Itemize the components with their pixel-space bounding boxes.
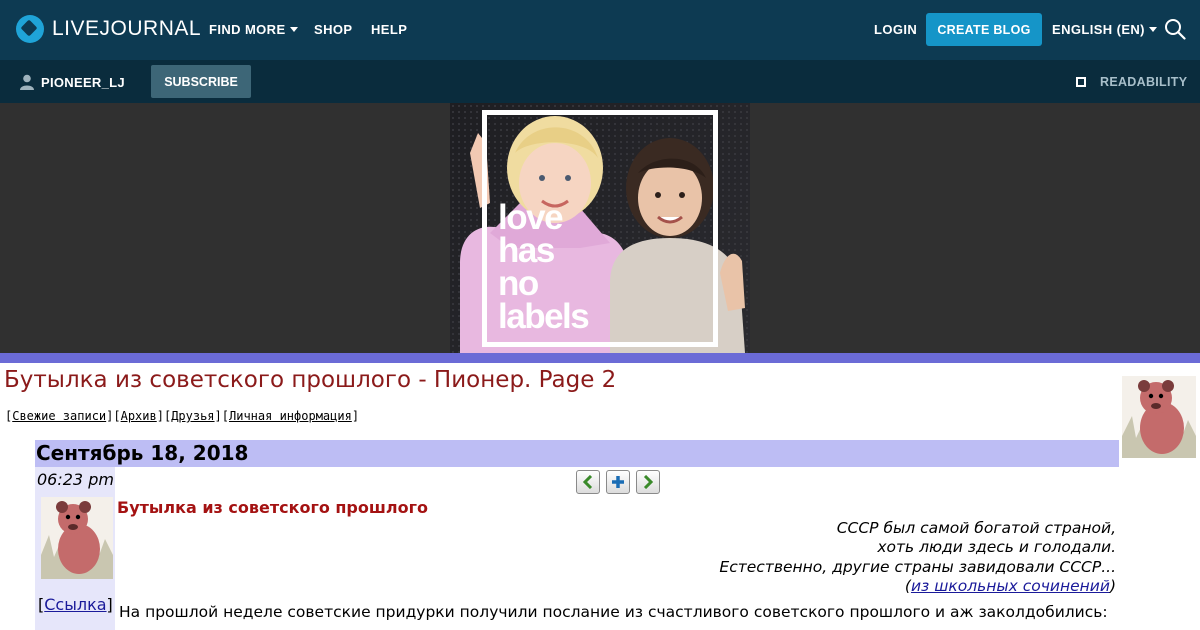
create-blog-button[interactable]: CREATE BLOG bbox=[926, 13, 1042, 46]
readability-checkbox-icon bbox=[1076, 77, 1086, 87]
login-link[interactable]: LOGIN bbox=[874, 22, 917, 37]
chevron-down-icon bbox=[289, 27, 298, 32]
archive-link[interactable]: Архив bbox=[121, 409, 157, 423]
accent-divider bbox=[0, 353, 1200, 363]
permalink-label[interactable]: Ссылка bbox=[44, 595, 106, 614]
entry-navigation-buttons bbox=[576, 470, 660, 494]
entry-userpic[interactable] bbox=[41, 497, 113, 579]
ad-slogan-line: has bbox=[498, 231, 555, 270]
epigraph-source-link[interactable]: из школьных сочинений bbox=[911, 577, 1110, 595]
username-label: PIONEER_LJ bbox=[41, 74, 125, 90]
journal-user[interactable]: PIONEER_LJ bbox=[20, 74, 125, 90]
epigraph-line: Естественно, другие страны завидовали СС… bbox=[719, 557, 1116, 576]
find-more-label: FIND MORE bbox=[209, 22, 286, 37]
epigraph-line: хоть люди здесь и голодали. bbox=[877, 538, 1116, 557]
shop-link[interactable]: SHOP bbox=[314, 22, 352, 37]
friends-link[interactable]: Друзья bbox=[171, 409, 214, 423]
entry-epigraph: СССР был самой богатой страной, хоть люд… bbox=[719, 519, 1116, 596]
epigraph-line: СССР был самой богатой страной, bbox=[836, 519, 1116, 537]
livejournal-logo-icon bbox=[16, 15, 44, 43]
recent-entries-link[interactable]: Свежие записи bbox=[12, 409, 106, 423]
language-label: ENGLISH (EN) bbox=[1052, 22, 1145, 37]
journal-toolbar: PIONEER_LJ SUBSCRIBE READABILITY bbox=[0, 60, 1200, 103]
user-icon bbox=[20, 74, 34, 90]
journal-navigation: [Свежие записи][Архив][Друзья][Личная ин… bbox=[5, 409, 360, 423]
ad-slogan-line: love bbox=[498, 198, 564, 237]
epigraph-source: (из школьных сочинений) bbox=[904, 576, 1116, 595]
ad-slogan-line: labels bbox=[498, 297, 590, 336]
profile-info-link[interactable]: Личная информация bbox=[229, 409, 352, 423]
arrow-right-icon bbox=[643, 475, 654, 489]
logo-text: LIVEJOURNAL bbox=[52, 17, 202, 40]
add-to-memories-button[interactable] bbox=[606, 470, 630, 494]
arrow-left-icon bbox=[582, 475, 593, 489]
journal-page-title: Бутылка из советского прошлого - Пионер.… bbox=[4, 367, 617, 393]
search-icon[interactable] bbox=[1164, 18, 1186, 40]
ad-slogan: love has no labels bbox=[498, 198, 590, 336]
journal-userpic[interactable] bbox=[1122, 376, 1196, 458]
entry-time: 06:23 pm bbox=[37, 470, 114, 489]
entry-title: Бутылка из советского прошлого bbox=[117, 498, 428, 517]
subscribe-button[interactable]: SUBSCRIBE bbox=[151, 65, 251, 98]
next-entry-button[interactable] bbox=[636, 470, 660, 494]
entry-body: На прошлой неделе советские придурки пол… bbox=[119, 603, 1108, 621]
entry-date: Сентябрь 18, 2018 bbox=[36, 441, 249, 465]
top-navigation-bar: LIVEJOURNAL FIND MORE SHOP HELP LOGIN CR… bbox=[0, 0, 1200, 60]
find-more-menu[interactable]: FIND MORE bbox=[209, 22, 298, 37]
readability-label: READABILITY bbox=[1100, 75, 1188, 89]
entry-permalink[interactable]: [Ссылка] bbox=[38, 595, 113, 614]
ad-slogan-line: no bbox=[498, 264, 539, 303]
chevron-down-icon bbox=[1148, 27, 1157, 32]
advertisement-banner[interactable]: love has no labels bbox=[450, 103, 750, 353]
livejournal-logo[interactable]: LIVEJOURNAL bbox=[16, 15, 201, 43]
help-link[interactable]: HELP bbox=[371, 22, 407, 37]
language-selector[interactable]: ENGLISH (EN) bbox=[1052, 22, 1157, 37]
banner-area: love has no labels bbox=[0, 103, 1200, 353]
previous-entry-button[interactable] bbox=[576, 470, 600, 494]
readability-toggle[interactable]: READABILITY bbox=[1076, 75, 1187, 89]
plus-icon bbox=[612, 476, 624, 488]
